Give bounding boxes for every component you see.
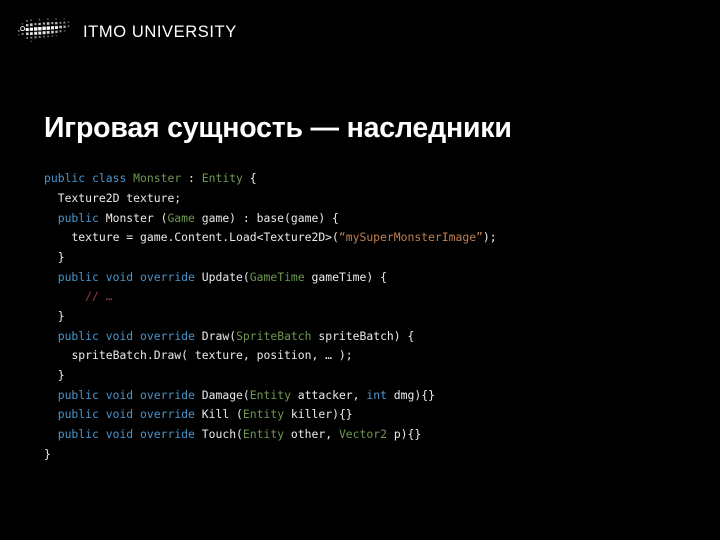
code-line: public void override Draw(SpriteBatch sp… [44, 328, 415, 343]
code-token-type: Entity [242, 426, 285, 441]
code-line: texture = game.Content.Load<Texture2D>(“… [44, 230, 497, 245]
code-token-kw: void [105, 328, 134, 343]
code-token-type: Entity [201, 171, 243, 186]
page-title: Игровая сущность — наследники [44, 112, 512, 145]
code-line: public void override Kill (Entity killer… [44, 407, 353, 421]
code-token-plain: ); [482, 230, 497, 245]
slide-root: ITMO UNIVERSITY Игровая сущность — насле… [0, 0, 720, 540]
code-token-kw: override [140, 426, 195, 441]
code-token-plain: p){} [386, 426, 422, 441]
code-token-plain: gameTime) { [304, 269, 387, 284]
code-token-kw: override [140, 269, 195, 284]
code-token-plain: Kill ( [194, 407, 243, 422]
code-token-kw: override [140, 407, 195, 422]
code-token-plain: Touch( [194, 426, 243, 441]
code-token-kw: public [57, 328, 99, 343]
code-token-cmt: // … [85, 289, 113, 304]
code-token-plain: : [181, 171, 202, 186]
code-line: spriteBatch.Draw( texture, position, … )… [44, 348, 353, 363]
code-token-kw: void [105, 269, 134, 284]
code-line: Texture2D texture; [44, 191, 181, 205]
code-token-plain: Monster ( [98, 210, 168, 225]
code-line: public void override Damage(Entity attac… [44, 388, 435, 402]
code-token-kw: public [57, 387, 99, 402]
brand-name: ITMO UNIVERSITY [83, 22, 237, 41]
code-line: } [44, 309, 65, 323]
code-token-type: SpriteBatch [236, 328, 312, 343]
code-token-plain: Texture2D texture; [57, 191, 182, 206]
code-token-kw: override [140, 328, 195, 343]
code-token-type: Entity [242, 407, 285, 422]
code-token-kw: public [57, 426, 99, 441]
itmo-dot-matrix-logo-icon [18, 18, 70, 42]
code-token-kw: void [105, 426, 134, 441]
code-token-kw: void [105, 407, 134, 422]
code-line: public void override Touch(Entity other,… [44, 426, 422, 441]
code-token-plain: other, [284, 426, 339, 441]
code-token-plain: dmg){} [386, 387, 435, 402]
code-line: // … [44, 289, 113, 304]
code-token-plain: Update( [194, 269, 250, 284]
code-token-kw: public [57, 210, 99, 225]
code-token-type: GameTime [249, 269, 305, 284]
code-line: public class Monster : Entity { [44, 171, 257, 185]
code-token-kw: public [44, 171, 86, 186]
code-token-kw: override [140, 387, 195, 402]
code-token-str: “mySuperMonsterImage” [338, 230, 483, 245]
code-line: } [44, 447, 51, 461]
code-token-type: Entity [249, 387, 291, 402]
code-token-plain: } [57, 250, 65, 265]
code-block: public class Monster : Entity { Texture2… [44, 169, 684, 464]
brand-lockup: ITMO UNIVERSITY [18, 14, 237, 50]
code-line: public Monster (Game game) : base(game) … [44, 211, 339, 225]
code-token-plain: game) : base(game) { [194, 210, 339, 225]
code-token-plain: attacker, [290, 387, 367, 402]
code-token-plain: } [57, 308, 65, 323]
code-token-plain: } [57, 367, 65, 382]
code-token-plain: } [44, 446, 51, 461]
code-token-kw: int [366, 387, 387, 402]
code-token-kw: void [105, 387, 134, 402]
code-token-type: Game [167, 210, 195, 225]
code-token-plain: { [242, 171, 257, 186]
code-token-plain: Damage( [194, 387, 250, 402]
code-token-kw: public [57, 407, 99, 422]
code-token-plain: spriteBatch) { [311, 328, 415, 343]
code-line: public void override Update(GameTime gam… [44, 270, 387, 284]
code-token-kw: class [92, 171, 127, 186]
code-token-type: Vector2 [338, 426, 387, 441]
code-token-plain: Draw( [194, 328, 237, 343]
code-line: } [44, 250, 65, 264]
code-token-kw: public [57, 269, 99, 284]
code-token-plain: spriteBatch.Draw( texture, position, … )… [71, 348, 353, 363]
code-token-plain: texture = game.Content.Load<Texture2D>( [71, 230, 339, 245]
code-line: } [44, 368, 65, 382]
code-token-plain: killer){} [284, 407, 353, 422]
code-token-type: Monster [133, 171, 182, 186]
